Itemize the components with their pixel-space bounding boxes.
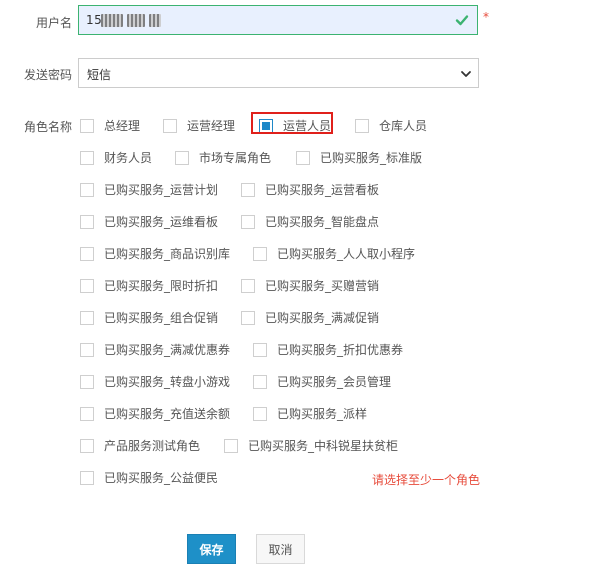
role-checkbox[interactable] <box>355 119 369 133</box>
role-label: 产品服务测试角色 <box>104 439 201 453</box>
send-password-select[interactable]: 短信 <box>78 58 479 88</box>
save-button[interactable]: 保存 <box>187 534 236 564</box>
role-checkbox[interactable] <box>80 471 94 485</box>
role-checkbox[interactable] <box>253 343 267 357</box>
role-checkbox[interactable] <box>224 439 238 453</box>
role-label: 市场专属角色 <box>199 151 272 165</box>
user-edit-form: 用户名 15 * 发送密码 短信 角色名称 总经理 运营经理 运营人员 仓库人员 财务人… <box>0 0 615 564</box>
role-label: 运营经理 <box>187 119 236 133</box>
role-checkbox[interactable] <box>80 151 94 165</box>
role-label: 已购买服务_买赠营销 <box>265 279 380 293</box>
role-label: 已购买服务_派样 <box>277 407 368 421</box>
role-checkbox[interactable] <box>80 311 94 325</box>
role-label: 已购买服务_智能盘点 <box>265 215 380 229</box>
role-checkbox[interactable] <box>80 279 94 293</box>
role-label: 已购买服务_满减促销 <box>265 311 380 325</box>
send-password-label: 发送密码 <box>23 68 72 82</box>
role-checkbox[interactable] <box>80 439 94 453</box>
required-mark: * <box>483 10 489 24</box>
selection-highlight <box>251 112 333 134</box>
role-label: 已购买服务_公益便民 <box>104 471 219 485</box>
role-label: 已购买服务_标准版 <box>320 151 423 165</box>
error-message: 请选择至少一个角色 <box>372 473 481 487</box>
role-label: 已购买服务_充值送余额 <box>104 407 231 421</box>
chevron-down-icon <box>461 71 471 77</box>
role-checkbox[interactable] <box>80 375 94 389</box>
role-checkbox[interactable] <box>253 407 267 421</box>
role-label: 已购买服务_人人取小程序 <box>277 247 416 261</box>
role-checkbox[interactable] <box>80 215 94 229</box>
role-label: 总经理 <box>104 119 141 133</box>
role-label: 仓库人员 <box>379 119 428 133</box>
role-label: 已购买服务_中科锐星扶贫柜 <box>248 439 399 453</box>
check-icon <box>455 15 469 26</box>
role-checkbox[interactable] <box>80 119 94 133</box>
roles-label: 角色名称 <box>23 120 72 134</box>
role-checkbox[interactable] <box>241 279 255 293</box>
role-checkbox[interactable] <box>80 407 94 421</box>
role-checkbox[interactable] <box>253 375 267 389</box>
send-password-value: 短信 <box>87 68 112 82</box>
role-checkbox[interactable] <box>241 311 255 325</box>
role-label: 已购买服务_会员管理 <box>277 375 392 389</box>
redaction-mark <box>149 14 161 27</box>
role-checkbox[interactable] <box>296 151 310 165</box>
role-checkbox[interactable] <box>80 343 94 357</box>
role-checkbox[interactable] <box>241 183 255 197</box>
username-label: 用户名 <box>35 16 72 30</box>
role-label: 已购买服务_限时折扣 <box>104 279 219 293</box>
role-label: 已购买服务_运维看板 <box>104 215 219 229</box>
redaction-mark <box>127 14 145 27</box>
role-checkbox[interactable] <box>241 215 255 229</box>
role-checkbox[interactable] <box>80 247 94 261</box>
role-label: 已购买服务_满减优惠券 <box>104 343 231 357</box>
role-label: 已购买服务_组合促销 <box>104 311 219 325</box>
redaction-mark <box>101 14 123 27</box>
role-label: 已购买服务_运营计划 <box>104 183 219 197</box>
username-value: 15 <box>86 13 103 27</box>
role-checkbox[interactable] <box>80 183 94 197</box>
role-checkbox[interactable] <box>175 151 189 165</box>
role-checkbox[interactable] <box>163 119 177 133</box>
role-label: 已购买服务_商品识别库 <box>104 247 231 261</box>
role-checkbox[interactable] <box>253 247 267 261</box>
role-label: 已购买服务_折扣优惠券 <box>277 343 404 357</box>
role-label: 已购买服务_运营看板 <box>265 183 380 197</box>
cancel-button[interactable]: 取消 <box>256 534 305 564</box>
role-label: 已购买服务_转盘小游戏 <box>104 375 231 389</box>
username-input[interactable]: 15 <box>78 5 478 35</box>
role-label: 财务人员 <box>104 151 153 165</box>
